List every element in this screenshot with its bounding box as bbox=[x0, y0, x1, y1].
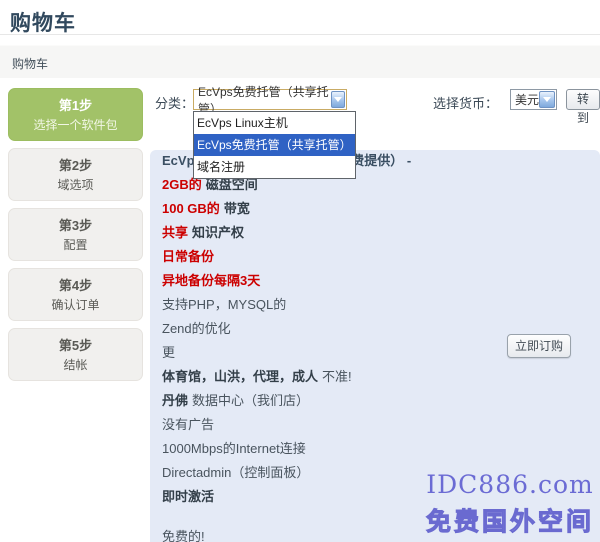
feature-activation: 即时激活 bbox=[162, 490, 588, 504]
page-title: 购物车 bbox=[10, 7, 76, 37]
category-dropdown-list: EcVps Linux主机 EcVps免费托管（共享托管） 域名注册 bbox=[193, 111, 356, 179]
order-steps-sidebar: 第1步 选择一个软件包 第2步 域选项 第3步 配置 第4步 确认订单 第5步 … bbox=[8, 88, 143, 388]
feature-daily-backup: 日常备份 bbox=[162, 250, 588, 264]
step-number: 第5步 bbox=[13, 335, 138, 354]
currency-selected-value: 美元 bbox=[515, 91, 539, 108]
package-panel: EcVps免费托管（共享托管）（免费提供） - 2GB的磁盘空间 100 GB的… bbox=[150, 150, 600, 542]
category-select[interactable]: EcVps免费托管（共享托管） bbox=[193, 89, 347, 110]
feature-offsite-backup: 异地备份每隔3天 bbox=[162, 274, 588, 288]
chevron-down-icon bbox=[331, 91, 345, 108]
feature-datacenter: 丹佛数据中心（我们店） bbox=[162, 394, 588, 408]
title-divider bbox=[0, 34, 600, 35]
feature-connection: 1000Mbps的Internet连接 bbox=[162, 442, 588, 456]
currency-select[interactable]: 美元 bbox=[510, 89, 557, 110]
step-label: 配置 bbox=[13, 236, 138, 253]
step-number: 第4步 bbox=[13, 275, 138, 294]
dropdown-option-domain-registration[interactable]: 域名注册 bbox=[194, 156, 355, 178]
feature-php-mysql: 支持PHP，MYSQL的 bbox=[162, 298, 588, 312]
dropdown-option-linux-hosting[interactable]: EcVps Linux主机 bbox=[194, 112, 355, 134]
feature-bandwidth: 100 GB的带宽 bbox=[162, 202, 588, 216]
feature-free: 免费的! bbox=[162, 530, 588, 542]
step-4-confirm-order[interactable]: 第4步 确认订单 bbox=[8, 268, 143, 321]
order-now-button[interactable]: 立即订购 bbox=[507, 334, 571, 358]
cart-page: 购物车 购物车 第1步 选择一个软件包 第2步 域选项 第3步 配置 第4步 确… bbox=[0, 0, 600, 542]
step-2-domain-options[interactable]: 第2步 域选项 bbox=[8, 148, 143, 201]
step-label: 结帐 bbox=[13, 356, 138, 373]
feature-disk: 2GB的磁盘空间 bbox=[162, 178, 588, 192]
spacer bbox=[162, 514, 588, 530]
step-1-choose-package[interactable]: 第1步 选择一个软件包 bbox=[8, 88, 143, 141]
feature-no-ads: 没有广告 bbox=[162, 418, 588, 432]
feature-control-panel: Directadmin（控制面板） bbox=[162, 466, 588, 480]
step-3-configure[interactable]: 第3步 配置 bbox=[8, 208, 143, 261]
dropdown-option-free-hosting[interactable]: EcVps免费托管（共享托管） bbox=[194, 134, 355, 156]
step-number: 第2步 bbox=[13, 155, 138, 174]
feature-restricted: 体育馆，山洪，代理，成人不准! bbox=[162, 370, 588, 384]
currency-label: 选择货币： bbox=[433, 93, 498, 112]
step-5-checkout[interactable]: 第5步 结帐 bbox=[8, 328, 143, 381]
step-label: 域选项 bbox=[13, 176, 138, 193]
category-label: 分类： bbox=[155, 93, 194, 112]
feature-shared-ip: 共享知识产权 bbox=[162, 226, 588, 240]
step-number: 第3步 bbox=[13, 215, 138, 234]
breadcrumb: 购物车 bbox=[0, 45, 600, 78]
chevron-down-icon bbox=[539, 91, 555, 108]
step-label: 确认订单 bbox=[13, 296, 138, 313]
currency-go-button[interactable]: 转到 bbox=[566, 89, 600, 110]
step-label: 选择一个软件包 bbox=[13, 116, 138, 133]
breadcrumb-cart-link[interactable]: 购物车 bbox=[12, 55, 48, 72]
step-number: 第1步 bbox=[13, 95, 138, 114]
